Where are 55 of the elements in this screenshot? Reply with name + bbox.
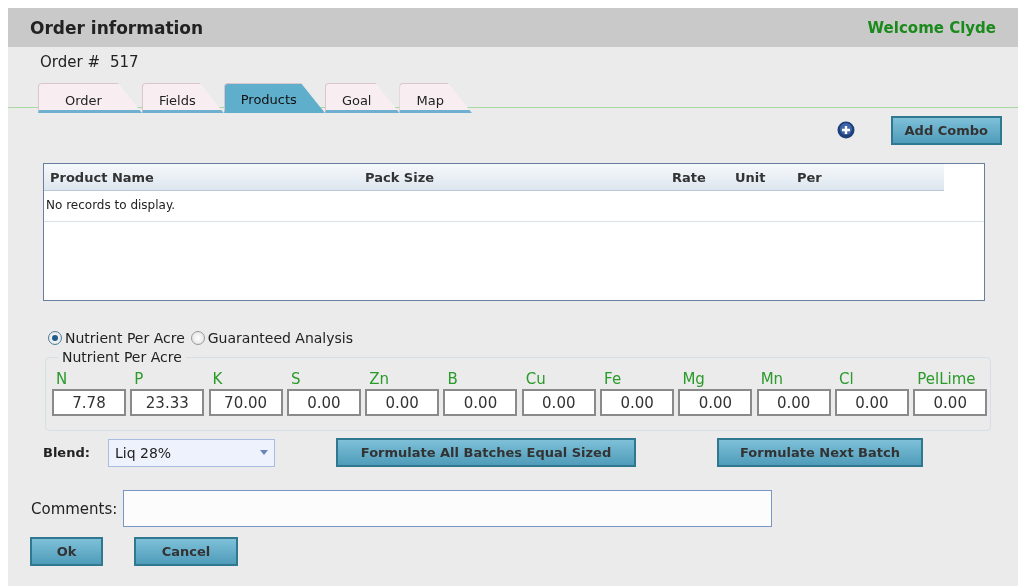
caret-icon	[260, 450, 268, 455]
comments-label: Comments:	[31, 499, 118, 518]
formulate-all-button[interactable]: Formulate All Batches Equal Sized	[336, 438, 636, 467]
column-header: Pack Size	[365, 169, 436, 185]
nutrient-input[interactable]: 0.00	[521, 389, 596, 416]
formulate-next-button[interactable]: Formulate Next Batch	[717, 438, 923, 467]
tab[interactable]: Order	[38, 83, 142, 113]
blend-label: Blend:	[43, 445, 91, 460]
empty-message: No records to display.	[44, 191, 984, 222]
nutrient-input[interactable]: 0.00	[756, 389, 831, 416]
nutrient-input[interactable]: 0.00	[286, 389, 361, 416]
nutrient-input[interactable]: 0.00	[365, 389, 440, 416]
radio-label: Guaranteed Analysis	[207, 330, 353, 346]
nutrient-input[interactable]: 23.33	[130, 389, 205, 416]
nutrient-input[interactable]: 0.00	[834, 389, 909, 416]
nutrient-label: Cu	[524, 370, 547, 389]
panel-legend: Nutrient Per Acre	[58, 349, 186, 365]
nutrient-label: PelLime	[916, 370, 977, 389]
tab[interactable]: Products	[223, 83, 325, 113]
nutrient-label: Zn	[368, 370, 390, 389]
nutrient-label: S	[289, 370, 302, 389]
nutrient-input[interactable]: 7.78	[52, 389, 126, 416]
nutrient-input[interactable]: 0.00	[600, 389, 675, 416]
tab[interactable]: Map	[399, 83, 472, 113]
ok-button[interactable]: Ok	[30, 537, 103, 566]
nutrient-label: Cl	[837, 370, 855, 389]
tab[interactable]: Goal	[324, 83, 400, 113]
radio-button[interactable]	[190, 331, 205, 345]
nutrient-input[interactable]: 0.00	[913, 389, 988, 416]
tab[interactable]: Fields	[141, 83, 224, 113]
nutrient-input[interactable]: 0.00	[443, 389, 518, 416]
column-header: Rate	[672, 169, 707, 185]
nutrient-label: N	[55, 370, 69, 389]
nutrient-label: B	[446, 370, 459, 389]
column-header: Per	[797, 169, 823, 185]
comments-field[interactable]	[123, 490, 773, 527]
page-title: Order information	[30, 17, 204, 38]
radio-button[interactable]	[48, 331, 62, 345]
add-combo-button[interactable]: Add Combo	[890, 115, 1002, 145]
nutrient-label: Fe	[603, 370, 623, 389]
order-label: Order #	[40, 53, 100, 73]
nutrient-label: P	[133, 370, 145, 389]
nutrient-input[interactable]: 0.00	[678, 389, 753, 416]
order-number: 517	[109, 53, 139, 73]
nutrient-label: K	[211, 370, 224, 389]
blend-dropdown[interactable]: Liq 28%	[108, 438, 275, 467]
nutrient-label: Mn	[759, 370, 785, 389]
welcome-text: Welcome Clyde	[867, 18, 996, 37]
radio-label: Nutrient Per Acre	[65, 330, 185, 346]
column-header: Product Name	[50, 169, 155, 185]
column-header: Unit	[735, 169, 767, 185]
add-icon[interactable]	[836, 121, 855, 139]
cancel-button[interactable]: Cancel	[134, 537, 238, 566]
nutrient-label: Mg	[681, 370, 706, 389]
nutrient-input[interactable]: 70.00	[208, 389, 283, 416]
